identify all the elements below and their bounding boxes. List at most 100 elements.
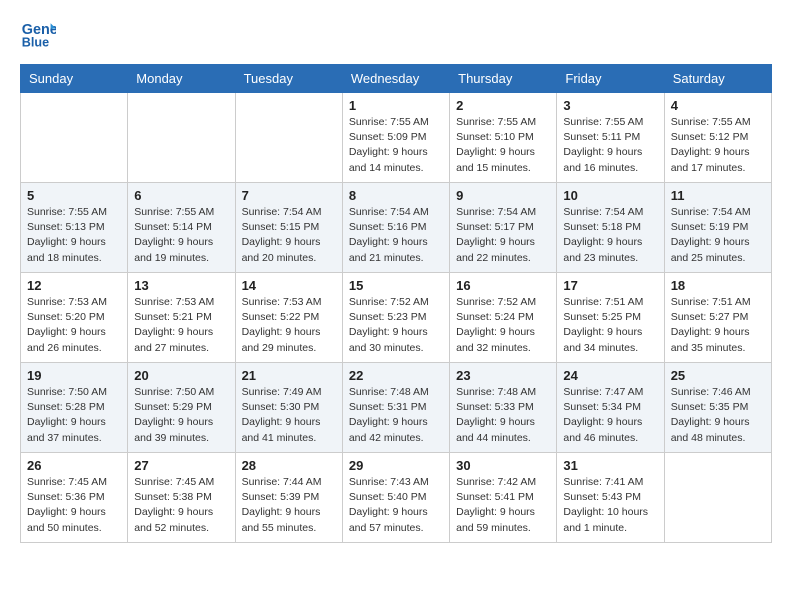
day-number: 4 bbox=[671, 98, 765, 113]
calendar-cell: 29Sunrise: 7:43 AM Sunset: 5:40 PM Dayli… bbox=[342, 453, 449, 543]
calendar-cell: 18 Sunrise: 7:51 AM Sunset: 5:27 PM Dayli… bbox=[664, 273, 771, 363]
calendar-cell: 24 Sunrise: 7:47 AM Sunset: 5:34 PM Dayli… bbox=[557, 363, 664, 453]
day-info: Sunrise: 7:54 AM Sunset: 5:15 PM Dayligh… bbox=[242, 205, 336, 266]
day-info: Sunrise: 7:52 AM Sunset: 5:24 PM Dayligh… bbox=[456, 295, 550, 356]
day-info: Sunrise: 7:54 AM Sunset: 5:16 PM Dayligh… bbox=[349, 205, 443, 266]
day-number: 30 bbox=[456, 458, 550, 473]
day-info: Sunrise: 7:48 AM Sunset: 5:31 PM Dayligh… bbox=[349, 385, 443, 446]
day-info: Sunrise: 7:50 AM Sunset: 5:28 PM Dayligh… bbox=[27, 385, 121, 446]
calendar-week-row: 5 Sunrise: 7:55 AM Sunset: 5:13 PM Daylig… bbox=[21, 183, 772, 273]
day-number: 5 bbox=[27, 188, 121, 203]
calendar-table: SundayMondayTuesdayWednesdayThursdayFrid… bbox=[20, 64, 772, 543]
header-friday: Friday bbox=[557, 65, 664, 93]
day-number: 18 bbox=[671, 278, 765, 293]
calendar-cell: 16Sunrise: 7:52 AM Sunset: 5:24 PM Dayli… bbox=[450, 273, 557, 363]
calendar-cell: 23 Sunrise: 7:48 AM Sunset: 5:33 PM Dayli… bbox=[450, 363, 557, 453]
calendar-cell: 17 Sunrise: 7:51 AM Sunset: 5:25 PM Dayli… bbox=[557, 273, 664, 363]
logo-icon: General Blue bbox=[20, 16, 56, 52]
header-thursday: Thursday bbox=[450, 65, 557, 93]
day-number: 26 bbox=[27, 458, 121, 473]
calendar-cell: 5 Sunrise: 7:55 AM Sunset: 5:13 PM Daylig… bbox=[21, 183, 128, 273]
day-info: Sunrise: 7:54 AM Sunset: 5:17 PM Dayligh… bbox=[456, 205, 550, 266]
day-info: Sunrise: 7:48 AM Sunset: 5:33 PM Dayligh… bbox=[456, 385, 550, 446]
header-sunday: Sunday bbox=[21, 65, 128, 93]
day-number: 17 bbox=[563, 278, 657, 293]
day-info: Sunrise: 7:55 AM Sunset: 5:12 PM Dayligh… bbox=[671, 115, 765, 176]
calendar-cell bbox=[235, 93, 342, 183]
day-info: Sunrise: 7:47 AM Sunset: 5:34 PM Dayligh… bbox=[563, 385, 657, 446]
calendar-cell: 15 Sunrise: 7:52 AM Sunset: 5:23 PM Dayli… bbox=[342, 273, 449, 363]
day-number: 20 bbox=[134, 368, 228, 383]
header-monday: Monday bbox=[128, 65, 235, 93]
calendar-cell bbox=[664, 453, 771, 543]
header-wednesday: Wednesday bbox=[342, 65, 449, 93]
day-number: 31 bbox=[563, 458, 657, 473]
day-info: Sunrise: 7:51 AM Sunset: 5:25 PM Dayligh… bbox=[563, 295, 657, 356]
day-info: Sunrise: 7:55 AM Sunset: 5:11 PM Dayligh… bbox=[563, 115, 657, 176]
calendar-cell: 30Sunrise: 7:42 AM Sunset: 5:41 PM Dayli… bbox=[450, 453, 557, 543]
day-number: 13 bbox=[134, 278, 228, 293]
day-number: 24 bbox=[563, 368, 657, 383]
day-number: 7 bbox=[242, 188, 336, 203]
day-number: 12 bbox=[27, 278, 121, 293]
calendar-cell: 10 Sunrise: 7:54 AM Sunset: 5:18 PM Dayli… bbox=[557, 183, 664, 273]
day-number: 6 bbox=[134, 188, 228, 203]
calendar-cell: 9 Sunrise: 7:54 AM Sunset: 5:17 PM Daylig… bbox=[450, 183, 557, 273]
day-info: Sunrise: 7:50 AM Sunset: 5:29 PM Dayligh… bbox=[134, 385, 228, 446]
logo: General Blue bbox=[20, 16, 56, 52]
calendar-cell: 19Sunrise: 7:50 AM Sunset: 5:28 PM Dayli… bbox=[21, 363, 128, 453]
calendar-cell: 28Sunrise: 7:44 AM Sunset: 5:39 PM Dayli… bbox=[235, 453, 342, 543]
calendar-cell: 8 Sunrise: 7:54 AM Sunset: 5:16 PM Daylig… bbox=[342, 183, 449, 273]
header-tuesday: Tuesday bbox=[235, 65, 342, 93]
day-info: Sunrise: 7:54 AM Sunset: 5:18 PM Dayligh… bbox=[563, 205, 657, 266]
calendar-cell: 20 Sunrise: 7:50 AM Sunset: 5:29 PM Dayli… bbox=[128, 363, 235, 453]
day-number: 8 bbox=[349, 188, 443, 203]
day-info: Sunrise: 7:41 AM Sunset: 5:43 PM Dayligh… bbox=[563, 475, 657, 536]
day-info: Sunrise: 7:52 AM Sunset: 5:23 PM Dayligh… bbox=[349, 295, 443, 356]
header-saturday: Saturday bbox=[664, 65, 771, 93]
day-number: 3 bbox=[563, 98, 657, 113]
day-number: 9 bbox=[456, 188, 550, 203]
day-number: 2 bbox=[456, 98, 550, 113]
calendar-cell: 6 Sunrise: 7:55 AM Sunset: 5:14 PM Daylig… bbox=[128, 183, 235, 273]
day-number: 21 bbox=[242, 368, 336, 383]
day-number: 27 bbox=[134, 458, 228, 473]
day-number: 23 bbox=[456, 368, 550, 383]
calendar-header-row: SundayMondayTuesdayWednesdayThursdayFrid… bbox=[21, 65, 772, 93]
calendar-cell: 1Sunrise: 7:55 AM Sunset: 5:09 PM Daylig… bbox=[342, 93, 449, 183]
calendar-cell: 31 Sunrise: 7:41 AM Sunset: 5:43 PM Dayli… bbox=[557, 453, 664, 543]
day-number: 29 bbox=[349, 458, 443, 473]
day-info: Sunrise: 7:46 AM Sunset: 5:35 PM Dayligh… bbox=[671, 385, 765, 446]
day-info: Sunrise: 7:53 AM Sunset: 5:21 PM Dayligh… bbox=[134, 295, 228, 356]
page-header: General Blue bbox=[20, 16, 772, 52]
calendar-week-row: 26Sunrise: 7:45 AM Sunset: 5:36 PM Dayli… bbox=[21, 453, 772, 543]
calendar-cell: 22 Sunrise: 7:48 AM Sunset: 5:31 PM Dayli… bbox=[342, 363, 449, 453]
calendar-cell: 12 Sunrise: 7:53 AM Sunset: 5:20 PM Dayli… bbox=[21, 273, 128, 363]
day-number: 28 bbox=[242, 458, 336, 473]
calendar-cell: 3 Sunrise: 7:55 AM Sunset: 5:11 PM Daylig… bbox=[557, 93, 664, 183]
svg-text:Blue: Blue bbox=[22, 36, 49, 50]
day-number: 22 bbox=[349, 368, 443, 383]
calendar-week-row: 19Sunrise: 7:50 AM Sunset: 5:28 PM Dayli… bbox=[21, 363, 772, 453]
day-info: Sunrise: 7:55 AM Sunset: 5:10 PM Dayligh… bbox=[456, 115, 550, 176]
calendar-cell bbox=[128, 93, 235, 183]
calendar-cell bbox=[21, 93, 128, 183]
calendar-cell: 25 Sunrise: 7:46 AM Sunset: 5:35 PM Dayli… bbox=[664, 363, 771, 453]
calendar-cell: 14Sunrise: 7:53 AM Sunset: 5:22 PM Dayli… bbox=[235, 273, 342, 363]
day-info: Sunrise: 7:51 AM Sunset: 5:27 PM Dayligh… bbox=[671, 295, 765, 356]
day-info: Sunrise: 7:49 AM Sunset: 5:30 PM Dayligh… bbox=[242, 385, 336, 446]
day-number: 10 bbox=[563, 188, 657, 203]
day-info: Sunrise: 7:45 AM Sunset: 5:38 PM Dayligh… bbox=[134, 475, 228, 536]
day-number: 15 bbox=[349, 278, 443, 293]
day-number: 25 bbox=[671, 368, 765, 383]
day-info: Sunrise: 7:55 AM Sunset: 5:13 PM Dayligh… bbox=[27, 205, 121, 266]
calendar-cell: 26Sunrise: 7:45 AM Sunset: 5:36 PM Dayli… bbox=[21, 453, 128, 543]
day-info: Sunrise: 7:54 AM Sunset: 5:19 PM Dayligh… bbox=[671, 205, 765, 266]
day-info: Sunrise: 7:55 AM Sunset: 5:14 PM Dayligh… bbox=[134, 205, 228, 266]
calendar-cell: 2 Sunrise: 7:55 AM Sunset: 5:10 PM Daylig… bbox=[450, 93, 557, 183]
calendar-cell: 27 Sunrise: 7:45 AM Sunset: 5:38 PM Dayli… bbox=[128, 453, 235, 543]
day-info: Sunrise: 7:53 AM Sunset: 5:20 PM Dayligh… bbox=[27, 295, 121, 356]
calendar-cell: 13 Sunrise: 7:53 AM Sunset: 5:21 PM Dayli… bbox=[128, 273, 235, 363]
calendar-cell: 11Sunrise: 7:54 AM Sunset: 5:19 PM Dayli… bbox=[664, 183, 771, 273]
calendar-cell: 4 Sunrise: 7:55 AM Sunset: 5:12 PM Daylig… bbox=[664, 93, 771, 183]
